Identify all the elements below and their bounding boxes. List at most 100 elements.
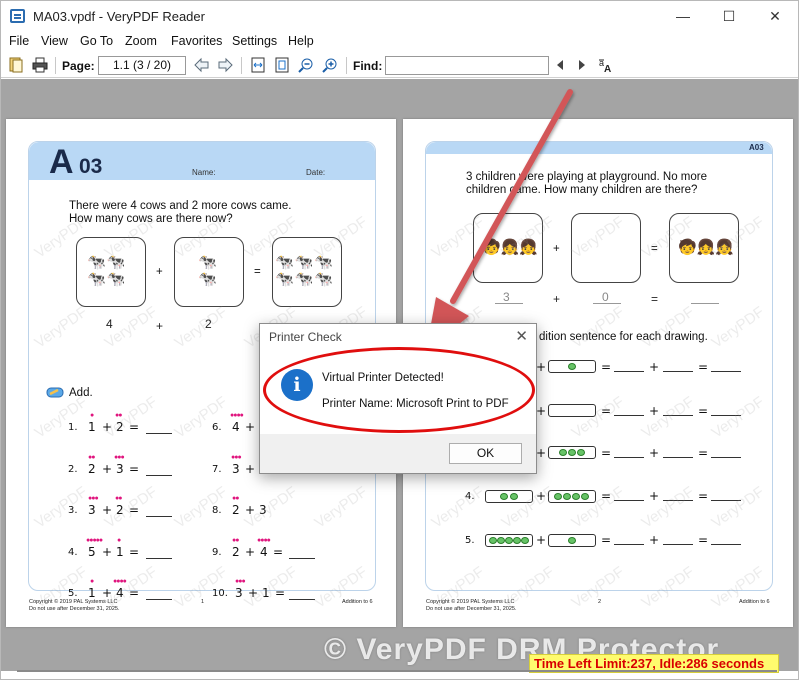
answer-blank[interactable] xyxy=(614,415,644,416)
find-previous-icon[interactable] xyxy=(552,57,568,73)
menu-file[interactable]: File xyxy=(9,34,29,48)
menu-goto[interactable]: Go To xyxy=(80,34,113,48)
row-plus: + xyxy=(649,446,660,460)
menu-view[interactable]: View xyxy=(41,34,68,48)
answer-blank[interactable] xyxy=(289,599,315,600)
menu-help[interactable]: Help xyxy=(288,34,314,48)
toolbar-separator xyxy=(346,57,347,74)
title-bar: MA03.vpdf - VeryPDF Reader — ☐ ✕ xyxy=(1,1,798,32)
answer-blank[interactable] xyxy=(146,433,172,434)
cows-picture: 🐄🐄🐄 🐄🐄🐄 xyxy=(275,254,335,288)
counter-box xyxy=(485,534,533,547)
problem-number: 4. xyxy=(68,547,78,558)
answer-blank[interactable] xyxy=(146,475,172,476)
app-icon xyxy=(10,9,25,23)
zoom-out-icon[interactable] xyxy=(298,57,314,73)
answer-blank[interactable] xyxy=(711,457,741,458)
answer-blank[interactable] xyxy=(146,516,172,517)
horizontal-scrollbar[interactable] xyxy=(17,670,777,672)
addend-b: 4 xyxy=(260,545,268,559)
dot-counter: ●●●●● xyxy=(86,537,103,544)
worksheet-title-letter: A xyxy=(49,143,74,181)
highlight-ellipse xyxy=(263,347,535,433)
answer-blank[interactable] xyxy=(711,544,741,545)
menu-zoom[interactable]: Zoom xyxy=(125,34,157,48)
problem-number: 10. xyxy=(212,588,228,599)
maximize-button[interactable]: ☐ xyxy=(706,1,752,32)
fit-page-icon[interactable] xyxy=(274,57,290,73)
equals-sign: = xyxy=(254,266,261,278)
answer-number-b: 0 xyxy=(602,290,609,304)
dot-counter: ●●● xyxy=(235,578,246,585)
match-case-icon[interactable]: a A xyxy=(598,57,614,73)
answer-blank[interactable] xyxy=(146,599,172,600)
addend-a: 3 xyxy=(232,462,240,476)
row-plus: + xyxy=(649,533,660,547)
menu-settings[interactable]: Settings xyxy=(232,34,277,48)
problem-number: 1. xyxy=(68,422,78,433)
problem-number: 2. xyxy=(68,464,78,475)
page-input[interactable]: 1.1 (3 / 20) xyxy=(98,56,186,75)
print-icon[interactable] xyxy=(32,57,48,73)
dot-counter: ● xyxy=(117,537,121,544)
zoom-in-icon[interactable] xyxy=(322,57,338,73)
answer-blank[interactable] xyxy=(663,544,693,545)
answer-blank[interactable] xyxy=(711,371,741,372)
dialog-title: Printer Check xyxy=(269,330,342,344)
answer-blank[interactable] xyxy=(614,544,644,545)
answer-blank[interactable] xyxy=(614,371,644,372)
addend-a: 1 xyxy=(88,420,96,434)
answer-blank[interactable] xyxy=(663,457,693,458)
addend-a: 2 xyxy=(88,462,96,476)
find-next-icon[interactable] xyxy=(574,57,590,73)
dot-counter: ●●●● xyxy=(230,412,244,419)
page-label: Page: xyxy=(62,59,95,73)
row-equals: = xyxy=(698,489,709,503)
open-icon[interactable] xyxy=(8,57,24,73)
answer-blank[interactable] xyxy=(691,303,719,304)
window-title: MA03.vpdf - VeryPDF Reader xyxy=(33,9,205,24)
row-equals: = xyxy=(698,404,709,418)
next-page-icon[interactable] xyxy=(217,57,233,73)
worksheet-title-number: 03 xyxy=(79,155,103,178)
counter-box xyxy=(548,360,596,373)
footer-page-number: 1 xyxy=(201,599,205,605)
dot-counter: ●● xyxy=(232,495,240,502)
menu-favorites[interactable]: Favorites xyxy=(171,34,222,48)
header-band xyxy=(426,142,772,154)
footer-topic: Addition to 6 xyxy=(342,599,373,605)
answer-blank[interactable] xyxy=(614,457,644,458)
dialog-close-button[interactable]: ✕ xyxy=(515,327,528,345)
plus-sign: + xyxy=(156,266,163,278)
name-label: Name: xyxy=(192,168,216,177)
dot-counter: ●●●● xyxy=(257,537,271,544)
addend-a: 2 xyxy=(232,545,240,559)
answer-equals: = xyxy=(651,292,659,306)
fit-width-icon[interactable] xyxy=(250,57,266,73)
footer-page-number: 2 xyxy=(598,599,602,605)
menu-bar: File View Go To Zoom Favorites Settings … xyxy=(1,32,798,52)
answer-blank[interactable] xyxy=(289,558,315,559)
answer-blank[interactable] xyxy=(663,371,693,372)
problem-number: 9. xyxy=(212,547,222,558)
ok-button[interactable]: OK xyxy=(449,443,522,464)
row-plus: + xyxy=(649,489,660,503)
cows-picture: 🐄 🐄 xyxy=(198,254,218,288)
minimize-button[interactable]: — xyxy=(660,1,706,32)
row-equals: = xyxy=(601,533,612,547)
find-input[interactable] xyxy=(385,56,549,75)
toolbar-separator xyxy=(241,57,242,74)
cows-picture: 🐄🐄 🐄🐄 xyxy=(87,254,127,288)
addend-a: 1 xyxy=(88,586,96,600)
close-button[interactable]: ✕ xyxy=(752,1,798,32)
counter-box xyxy=(548,534,596,547)
row-number: 5. xyxy=(465,535,475,546)
previous-page-icon[interactable] xyxy=(194,57,210,73)
answer-blank[interactable] xyxy=(146,558,172,559)
row-equals: = xyxy=(698,360,709,374)
question-line-1: There were 4 cows and 2 more cows came. xyxy=(69,200,292,212)
answer-blank[interactable] xyxy=(495,303,523,304)
row-plus: + xyxy=(649,360,660,374)
problem-number: 7. xyxy=(212,464,222,475)
row-plus: + xyxy=(536,360,547,374)
